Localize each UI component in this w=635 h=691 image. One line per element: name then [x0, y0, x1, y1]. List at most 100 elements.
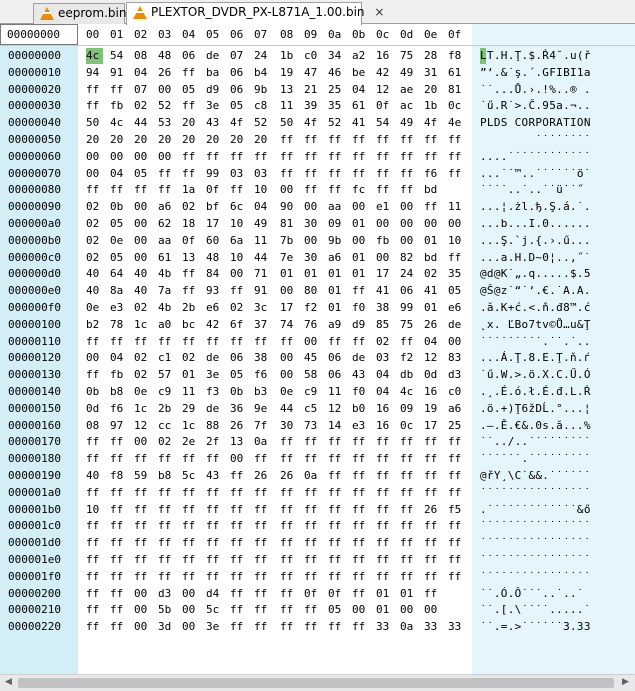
hex-byte[interactable]: ff — [304, 602, 321, 618]
hex-byte[interactable]: ff — [158, 569, 175, 585]
tab-plextor[interactable]: PLEXTOR_DVDR_PX-L871A_1.00.bin × — [126, 2, 384, 25]
hex-byte[interactable]: de — [206, 350, 223, 366]
hex-byte[interactable]: b8 — [158, 468, 175, 484]
ascii-text[interactable]: @d@K˙„.q.....$.5 — [480, 266, 630, 282]
hex-byte[interactable]: 01 — [376, 586, 393, 602]
ascii-text[interactable]: .ö.+)Ţ6žDĹ.°...¦ — [480, 401, 630, 417]
hex-byte[interactable]: 4b — [158, 300, 175, 316]
hex-byte[interactable]: d3 — [158, 586, 175, 602]
hex-byte[interactable]: ff — [230, 619, 247, 635]
hex-byte[interactable]: ac — [400, 98, 417, 114]
hex-byte[interactable]: 5c — [206, 602, 223, 618]
hex-byte[interactable]: 40 — [134, 266, 151, 282]
hex-byte[interactable]: 49 — [400, 65, 417, 81]
hex-byte[interactable]: ff — [304, 434, 321, 450]
hex-byte[interactable]: 00 — [134, 149, 151, 165]
hex-byte[interactable]: ff — [328, 518, 345, 534]
hex-byte[interactable]: 4c — [400, 384, 417, 400]
ascii-text[interactable]: ...b...I.0...... — [480, 216, 630, 232]
hex-byte[interactable]: 31 — [424, 65, 441, 81]
hex-byte[interactable]: 05 — [182, 82, 199, 98]
hex-byte[interactable]: 14 — [328, 418, 345, 434]
hex-byte[interactable]: 30 — [280, 418, 297, 434]
hex-byte[interactable]: 13 — [230, 434, 247, 450]
hex-byte[interactable]: ff — [110, 82, 127, 98]
hex-byte[interactable]: ff — [230, 149, 247, 165]
hex-byte[interactable]: 26 — [424, 502, 441, 518]
hex-byte[interactable]: 60 — [206, 233, 223, 249]
hex-byte[interactable]: ff — [158, 552, 175, 568]
hex-byte[interactable]: ff — [352, 502, 369, 518]
hex-byte[interactable]: 20 — [158, 132, 175, 148]
hex-byte[interactable]: ff — [352, 586, 369, 602]
hex-byte[interactable]: 10 — [230, 250, 247, 266]
hex-byte[interactable]: 4f — [424, 115, 441, 131]
hex-byte[interactable]: ff — [280, 569, 297, 585]
hex-byte[interactable]: ff — [376, 451, 393, 467]
hex-byte[interactable]: e6 — [206, 300, 223, 316]
hex-byte[interactable]: 0f — [376, 98, 393, 114]
hex-byte[interactable]: 61 — [352, 98, 369, 114]
hex-byte[interactable]: 41 — [376, 283, 393, 299]
hex-byte[interactable]: ff — [328, 451, 345, 467]
hex-byte[interactable]: 02 — [424, 266, 441, 282]
hex-byte[interactable]: b8 — [110, 384, 127, 400]
ascii-text[interactable]: ˙˙˙˙˙˙˙˙ — [480, 132, 630, 148]
hex-byte[interactable]: ff — [352, 451, 369, 467]
hex-byte[interactable]: ff — [182, 502, 199, 518]
hex-byte[interactable]: ff — [448, 434, 465, 450]
hex-byte[interactable]: 48 — [206, 250, 223, 266]
hex-byte[interactable]: ff — [158, 485, 175, 501]
hex-byte[interactable]: 61 — [158, 250, 175, 266]
hex-byte[interactable]: 83 — [448, 350, 465, 366]
hex-byte[interactable]: 00 — [230, 266, 247, 282]
hex-byte[interactable]: ff — [376, 569, 393, 585]
hex-byte[interactable]: ff — [110, 434, 127, 450]
hex-byte[interactable]: 30 — [304, 250, 321, 266]
hex-byte[interactable]: 00 — [134, 199, 151, 215]
hex-byte[interactable]: 26 — [230, 418, 247, 434]
hex-byte[interactable]: 20 — [182, 132, 199, 148]
hex-byte[interactable]: d9 — [206, 82, 223, 98]
hex-byte[interactable]: 36 — [230, 401, 247, 417]
hex-byte[interactable]: 20 — [206, 132, 223, 148]
hex-byte[interactable]: 24 — [400, 266, 417, 282]
hex-byte[interactable]: ff — [424, 518, 441, 534]
hex-byte[interactable]: 00 — [230, 451, 247, 467]
hex-byte[interactable]: 00 — [86, 350, 103, 366]
hex-byte[interactable]: 10 — [230, 216, 247, 232]
hex-byte[interactable]: ff — [158, 451, 175, 467]
hex-byte[interactable]: 11 — [280, 98, 297, 114]
hex-byte[interactable]: 52 — [328, 115, 345, 131]
hex-byte[interactable]: ff — [206, 451, 223, 467]
hex-byte[interactable]: ba — [206, 65, 223, 81]
hex-byte[interactable]: 08 — [86, 418, 103, 434]
ascii-text[interactable]: .˙˙˙˙˙˙˙˙˙˙˙˙˙&ő — [480, 502, 630, 518]
hex-byte[interactable]: 93 — [206, 283, 223, 299]
hex-byte[interactable]: ff — [182, 552, 199, 568]
hex-byte[interactable]: 21 — [304, 82, 321, 98]
hex-byte[interactable]: ff — [86, 586, 103, 602]
hex-byte[interactable]: ff — [304, 182, 321, 198]
hex-byte[interactable]: 99 — [206, 166, 223, 182]
hex-byte[interactable]: 44 — [280, 401, 297, 417]
hex-byte[interactable]: ff — [352, 485, 369, 501]
hex-byte[interactable]: ff — [280, 552, 297, 568]
hex-byte[interactable]: 01 — [376, 602, 393, 618]
hex-byte[interactable]: 05 — [110, 250, 127, 266]
ascii-text[interactable]: ...Á.Ţ.8.E.Ţ.ň.ѓ — [480, 350, 630, 366]
hex-byte[interactable]: 07 — [134, 82, 151, 98]
hex-byte[interactable]: 41 — [424, 283, 441, 299]
hex-byte[interactable]: 2f — [206, 434, 223, 450]
close-icon[interactable]: × — [374, 3, 384, 22]
hex-byte[interactable]: 0e — [280, 384, 297, 400]
hex-byte[interactable]: ff — [134, 552, 151, 568]
hex-byte[interactable]: ff — [230, 334, 247, 350]
hex-byte[interactable]: 13 — [182, 250, 199, 266]
hex-byte[interactable]: d4 — [206, 586, 223, 602]
hex-byte[interactable]: 01 — [182, 367, 199, 383]
hex-byte[interactable]: 0f — [206, 182, 223, 198]
hex-byte[interactable]: 00 — [182, 602, 199, 618]
hex-byte[interactable]: 11 — [448, 199, 465, 215]
hex-byte[interactable]: ff — [230, 535, 247, 551]
